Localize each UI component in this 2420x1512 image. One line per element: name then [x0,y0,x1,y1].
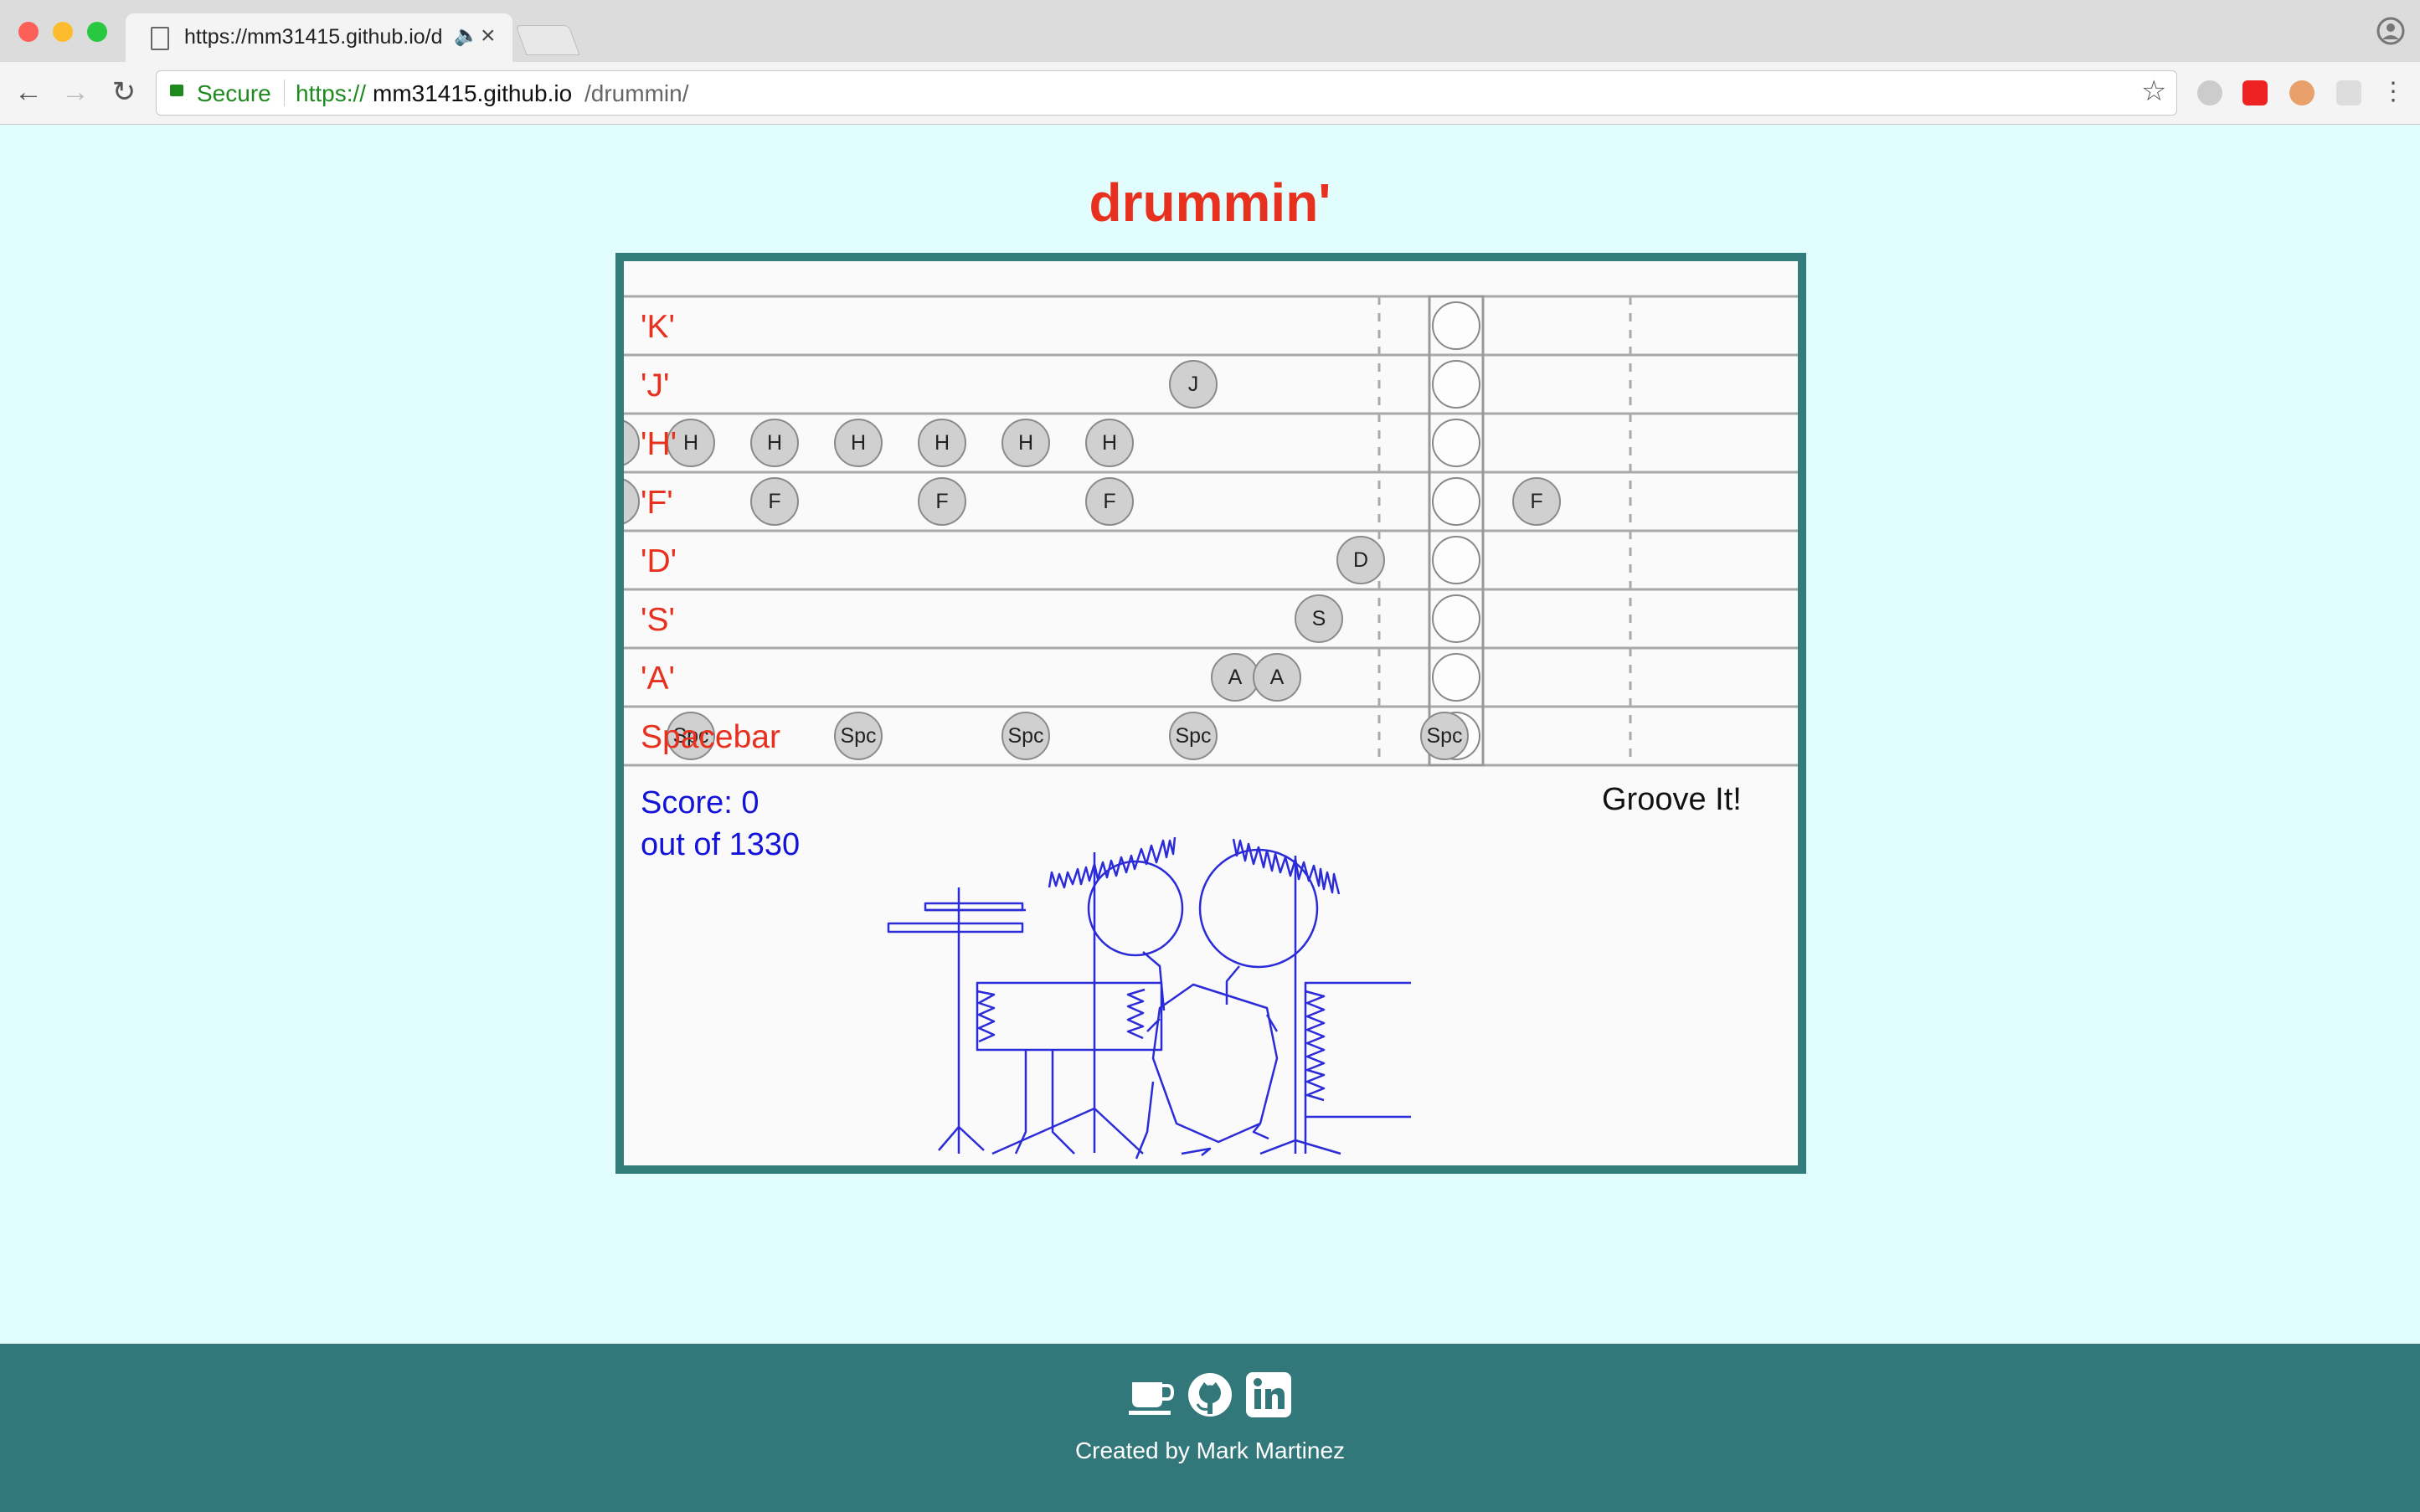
note-label: H [935,431,950,455]
note: Spc [834,712,883,760]
groove-status: Groove It! [1602,782,1742,817]
note: H [918,419,966,467]
forward-icon[interactable]: → [59,75,92,109]
browser-titlebar: https://mm31415.github.io/drummin/ 🔈 × [0,0,2420,62]
menu-icon[interactable]: ⋮ [2376,75,2410,109]
note-label: Spc [1007,724,1043,748]
note: H [1085,419,1134,467]
note-label: A [1228,666,1243,689]
note: Spc [1001,712,1050,760]
target-circle [1432,477,1480,526]
note: S [1295,594,1343,643]
reload-icon[interactable]: ↻ [107,75,141,109]
note-label: H [1018,431,1033,455]
target-circle [1432,360,1480,409]
note-label: H [767,431,782,455]
note: H [834,419,883,467]
footer-credit: Created by Mark Martinez [1074,1437,1346,1463]
note: F [918,477,966,526]
target-circle [1432,419,1480,467]
browser-toolbar: ← → ↻ Secure https:// mm31415.github.io … [0,62,2420,125]
url-scheme: https:// [296,80,367,106]
note: F [750,477,799,526]
browser-tab[interactable]: https://mm31415.github.io/drummin/ 🔈 × [126,13,512,62]
lane-label-7: Spacebar [641,719,780,755]
address-divider [284,80,285,106]
lane-label-1: 'J' [641,368,669,404]
target-circle [1432,536,1480,584]
note-label: H [1102,431,1117,455]
note-label: Spc [1426,724,1462,748]
game-frame: J H H H H H H F F F F D S A A Spc Spc Spc Spc Spc 'K' 'J' 'H' '… [615,253,1806,1174]
profile-icon[interactable] [2376,17,2405,45]
note-label: F [768,490,780,513]
address-bar[interactable]: Secure https:// mm31415.github.io /drumm… [156,70,2177,116]
maximize-window-button[interactable] [87,22,107,42]
target-circle [1432,301,1480,350]
drummer-illustration [887,836,1411,1160]
note-label: S [1312,607,1326,630]
note-partial [624,419,640,466]
extension-icon-3[interactable] [2289,80,2314,105]
close-tab-icon[interactable]: × [481,22,496,50]
minimize-window-button[interactable] [53,22,73,42]
extension-icon-4[interactable] [2336,80,2361,105]
back-icon[interactable]: ← [12,75,45,109]
footer-icons [1129,1369,1296,1419]
note: F [1512,477,1561,526]
lane-label-4: 'D' [641,543,677,579]
note-label: A [1270,666,1285,689]
note: A [1211,653,1259,702]
note-label: J [1188,373,1199,396]
linkedin-icon[interactable] [1246,1372,1291,1417]
lane-label-6: 'A' [641,661,675,697]
lane-label-0: 'K' [641,309,675,345]
url-host: mm31415.github.io [373,80,573,106]
note: D [1336,536,1385,584]
score-total: out of 1330 [641,827,801,862]
bookmark-star-icon[interactable]: ☆ [2141,75,2166,108]
note-label: H [851,431,866,455]
note-label: D [1353,548,1368,572]
footer: Created by Mark Martinez [0,1344,2420,1512]
speaker-icon[interactable]: 🔈 [454,23,479,48]
target-circle [1432,653,1480,702]
close-window-button[interactable] [18,22,39,42]
tab-title: https://mm31415.github.io/drummin/ [184,25,444,49]
youtube-extension-icon[interactable] [2242,80,2268,105]
lane-label-3: 'F' [641,485,673,521]
page-title: drummin' [1089,172,1331,233]
score-value: Score: 0 [641,785,759,820]
note: Spc [1420,712,1469,760]
note-label: F [935,490,948,513]
new-tab-button[interactable] [515,25,580,55]
lock-icon [170,85,183,96]
lane-label-5: 'S' [641,602,675,638]
note-label: H [683,431,698,455]
note-label: Spc [840,724,876,748]
coffee-icon[interactable] [1129,1376,1174,1417]
note: Spc [1169,712,1218,760]
target-circle [1432,594,1480,643]
score-display: Score: 0 out of 1330 [641,782,800,866]
note: F [1085,477,1134,526]
note: H [750,419,799,467]
game-board[interactable]: J H H H H H H F F F F D S A A Spc Spc Spc Spc Spc 'K' 'J' 'H' '… [624,261,1798,1165]
note-label: F [1530,490,1542,513]
note: J [1169,360,1218,409]
page-icon [151,27,169,50]
note-label: F [1103,490,1115,513]
url-path: /drummin/ [584,80,689,106]
note-label: Spc [1175,724,1211,748]
lane-label-2: 'H' [641,426,677,462]
note: A [1253,653,1301,702]
extension-icon-1[interactable] [2197,80,2222,105]
secure-label: Secure [197,80,271,106]
note-partial [624,478,640,525]
note: H [1001,419,1050,467]
github-icon[interactable] [1187,1372,1233,1417]
